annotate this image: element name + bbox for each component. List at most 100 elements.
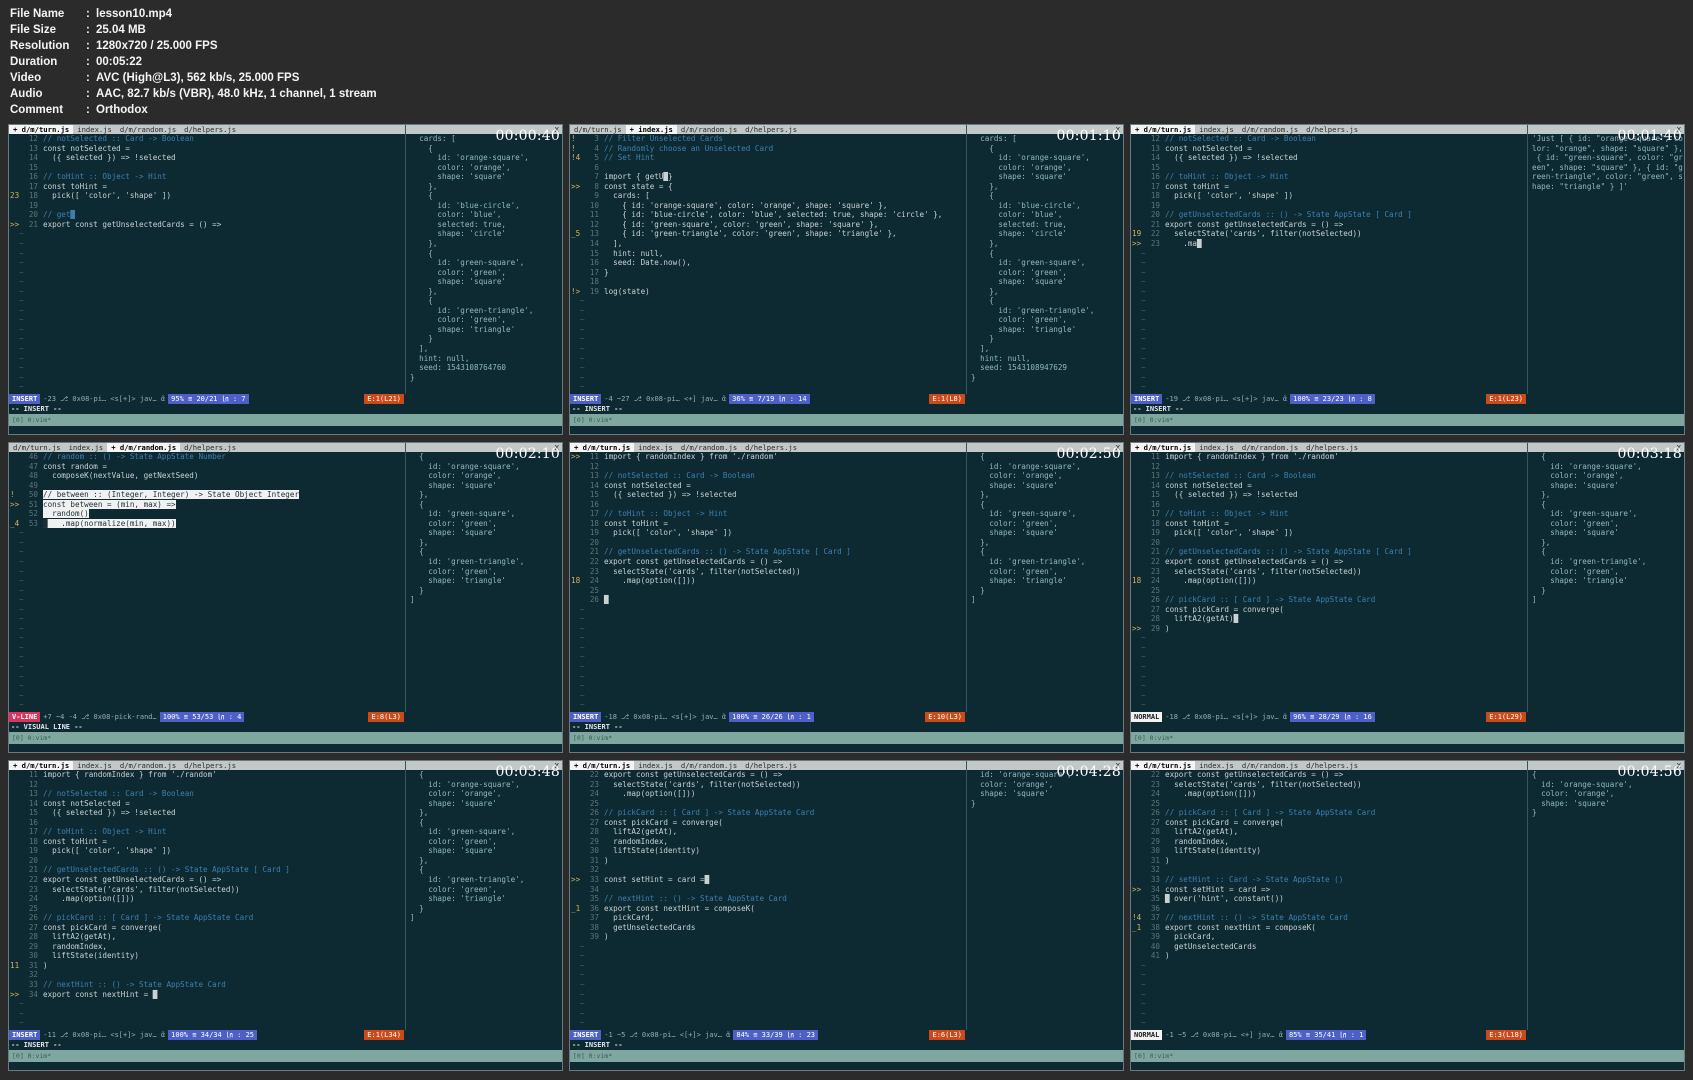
editor-tab[interactable]: d/helpers.js (1302, 443, 1362, 452)
code-line: 37 pickCard, (571, 913, 965, 923)
empty-line-tilde: ~ (10, 372, 24, 382)
empty-line-tilde: ~ (1132, 989, 1146, 999)
code-line: 23 selectState('cards', filter(notSelect… (571, 780, 965, 790)
editor-tab[interactable]: d/helpers.js (180, 761, 240, 770)
editor-tab[interactable]: d/helpers.js (180, 125, 240, 134)
line-number: 12 (589, 219, 599, 229)
editor-tab[interactable]: d/m/turn.js (570, 125, 626, 134)
code-editor-pane[interactable]: 46 // random :: () -> State AppState Numb… (9, 452, 404, 712)
code-editor-pane[interactable]: 11 import { randomIndex } from './random'… (9, 770, 404, 1030)
editor-tab[interactable]: index.js (1195, 761, 1238, 770)
output-text: { id: 'orange-square', color: 'orange', … (410, 452, 525, 605)
code-line: 28 liftA2(getAt), (10, 932, 404, 942)
code-text: .map(option([])) (1165, 576, 1257, 586)
code-editor-pane[interactable]: ! 3// Filter Unselected Cards! 4// Randoml… (570, 134, 965, 394)
editor-tab[interactable]: index.js (73, 125, 116, 134)
vim-mode-indicator: INSERT (9, 394, 41, 404)
gutter-sign: _5 (571, 229, 581, 239)
code-text: const setHint = card =█ (604, 875, 710, 885)
editor-tab[interactable]: index.js (1195, 443, 1238, 452)
code-line: 20 (1132, 538, 1526, 548)
editor-tab[interactable]: index.js (1195, 125, 1238, 134)
editor-tab[interactable]: + d/m/turn.js (570, 443, 635, 452)
editor-tab[interactable]: d/m/random.js (116, 761, 180, 770)
code-line: 33 // setHint :: Card -> State AppState (… (1132, 875, 1526, 885)
git-branch-info: -1 ~5 ⎇ 0x08-pi… <+] jav… ᾶ (1165, 1031, 1283, 1039)
empty-line-tilde: ~ (571, 999, 585, 1009)
git-branch-info: -18 ⎇ 0x08-pi… <s[+]> jav… ᾶ (604, 713, 727, 721)
editor-tab[interactable]: d/helpers.js (1302, 125, 1362, 134)
editor-tab[interactable]: d/helpers.js (741, 443, 801, 452)
code-text: export const nextHint = █ (43, 989, 158, 999)
code-line: 17 // toHint :: Object -> Hint (1132, 509, 1526, 519)
frame-timestamp: 00:02:10 (495, 446, 560, 462)
editor-tab[interactable]: + index.js (625, 125, 677, 134)
editor-tab[interactable]: index.js (65, 443, 108, 452)
line-number: 34 (1150, 884, 1160, 894)
editor-tab[interactable]: index.js (634, 443, 677, 452)
empty-line-tilde: ~ (10, 662, 24, 672)
editor-tab[interactable]: + d/m/random.js (107, 443, 181, 452)
code-line: ! 50 // between :: (Integer, Integer) -> S… (10, 490, 404, 500)
code-editor-pane[interactable]: >> 11 import { randomIndex } from './rando… (570, 452, 965, 712)
lint-errors: E:1(L8) (929, 394, 965, 404)
line-number: 18 (1150, 518, 1160, 528)
meta-colon: : (86, 104, 90, 116)
code-line: 18 pick([ 'color', 'shape' ]) (1132, 191, 1526, 201)
code-line: 10 { id: 'orange-square', color: 'orange… (571, 201, 965, 211)
code-text: ) (1165, 855, 1170, 865)
editor-tab[interactable]: + d/m/turn.js (9, 761, 74, 770)
empty-line-tilde: ~ (10, 528, 24, 538)
editor-tab[interactable]: d/helpers.js (741, 761, 801, 770)
line-number: 28 (1150, 827, 1160, 837)
code-line: 12 (1132, 462, 1526, 472)
code-line: 25 (10, 904, 404, 914)
lint-errors: E:3(L18) (1486, 1030, 1526, 1040)
code-text: export const getUnselectedCards = () => (1165, 770, 1344, 779)
code-text: const setHint = card => (1165, 884, 1271, 894)
editor-tab[interactable]: d/m/random.js (677, 761, 741, 770)
code-editor-pane[interactable]: 22 export const getUnselectedCards = () =… (1131, 770, 1526, 1030)
line-number: 14 (1150, 480, 1160, 490)
editor-tab[interactable]: d/m/random.js (1238, 443, 1302, 452)
editor-tab[interactable]: index.js (634, 761, 677, 770)
editor-tab[interactable]: index.js (73, 761, 116, 770)
editor-tab[interactable]: d/m/turn.js (9, 443, 65, 452)
editor-tab[interactable]: d/m/random.js (116, 125, 180, 134)
editor-tab[interactable]: d/m/random.js (1238, 761, 1302, 770)
line-number: 19 (589, 528, 599, 538)
meta-colon: : (86, 24, 90, 36)
code-editor-pane[interactable]: 12// notSelected :: Card -> Boolean 13 con… (1131, 134, 1526, 394)
meta-key: Resolution (10, 40, 70, 52)
empty-line-tilde: ~ (10, 547, 24, 557)
editor-tab[interactable]: + d/m/turn.js (1131, 443, 1196, 452)
editor-tab[interactable]: d/m/random.js (677, 443, 741, 452)
code-text: liftState(identity) (604, 846, 701, 856)
editor-tab[interactable]: d/helpers.js (180, 443, 240, 452)
code-editor-pane[interactable]: 11 import { randomIndex } from './random'… (1131, 452, 1526, 712)
editor-tab[interactable]: + d/m/turn.js (9, 125, 74, 134)
editor-tab[interactable]: + d/m/turn.js (1131, 125, 1196, 134)
editor-tab[interactable]: + d/m/turn.js (570, 761, 635, 770)
empty-line-tilde: ~ (571, 633, 585, 643)
code-editor-pane[interactable]: 12// notSelected :: Card -> Boolean 13 con… (9, 134, 404, 394)
code-line: 14 ], (571, 239, 965, 249)
code-text: const toHint = (604, 518, 669, 528)
empty-line-tilde: ~ (1132, 671, 1146, 681)
video-frame-thumbnail: d/m/turn.js index.js + d/m/random.js d/help… (8, 442, 563, 753)
code-text: getUnselectedCards (604, 922, 696, 932)
code-text: composeK(nextValue, getNextSeed) (43, 471, 199, 481)
line-number: 27 (589, 817, 599, 827)
code-text: // notSelected :: Card -> Boolean (1165, 471, 1316, 481)
editor-tab[interactable]: d/m/random.js (677, 125, 741, 134)
empty-line-tilde: ~ (571, 960, 585, 970)
code-line: 18 const toHint = (10, 837, 404, 847)
editor-tab[interactable]: d/m/random.js (1238, 125, 1302, 134)
editor-tab[interactable]: + d/m/turn.js (1131, 761, 1196, 770)
frame-timestamp: 00:03:18 (1617, 446, 1682, 462)
code-line: 39) (571, 932, 965, 942)
editor-tab[interactable]: d/helpers.js (1302, 761, 1362, 770)
editor-tab[interactable]: d/helpers.js (741, 125, 801, 134)
meta-key: Duration (10, 56, 58, 68)
code-editor-pane[interactable]: 22 export const getUnselectedCards = () =… (570, 770, 965, 1030)
